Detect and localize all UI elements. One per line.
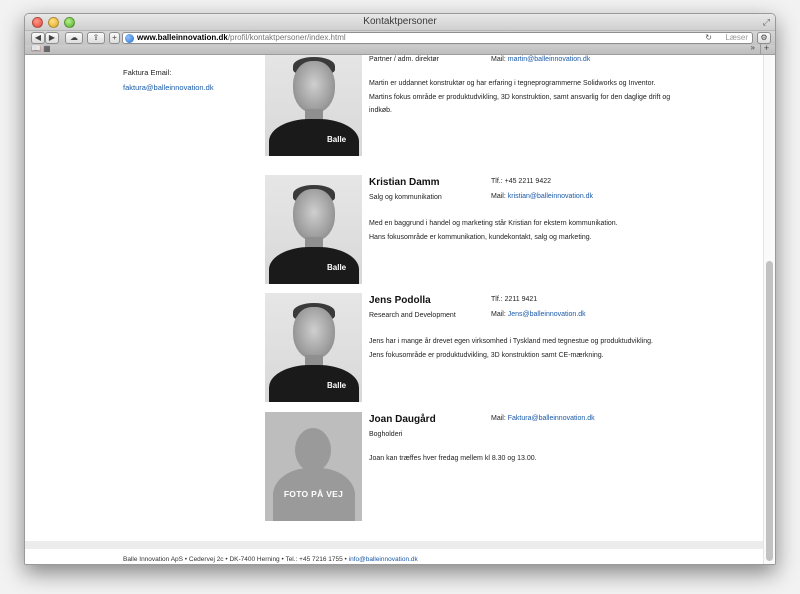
mail-link[interactable]: Jens@balleinnovation.dk [508, 311, 586, 318]
placeholder-photo: FOTO PÅ VEJ [265, 412, 362, 521]
faktura-label: Faktura Email: [123, 68, 172, 77]
shirt-logo: Balle [327, 381, 347, 390]
person-photo: Balle [265, 293, 362, 402]
forward-button[interactable]: ▶ [45, 32, 59, 44]
url-path: /profil/kontaktpersoner/index.html [227, 33, 346, 42]
mail-link[interactable]: kristian@balleinnovation.dk [508, 193, 593, 200]
person-name: Jens Podolla [369, 295, 431, 306]
mail-label: Mail: [491, 56, 506, 63]
person-role: Bogholderi [369, 431, 403, 438]
browser-toolbar: ◀ ▶ ☁ ⇪ + www.balleinnovation.dk/profil/… [25, 31, 775, 45]
reader-button[interactable]: Læser [725, 33, 748, 43]
share-icon[interactable]: ⇪ [87, 32, 105, 44]
person-description: Jens har i mange år drevet egen virksomh… [369, 335, 699, 362]
mail-label: Mail: [491, 193, 506, 200]
person-mail: Mail: martin@balleinnovation.dk [491, 56, 590, 63]
fullscreen-icon[interactable]: ⤢ [763, 17, 770, 28]
head-shape [293, 189, 335, 241]
title-bar: Kontaktpersoner ⤢ [25, 14, 775, 31]
footer: Balle Innovation ApS • Cedervej 2c • DK-… [123, 556, 418, 563]
browser-window: Kontaktpersoner ⤢ ◀ ▶ ☁ ⇪ + www.balleinn… [24, 13, 776, 565]
shirt-logo: Balle [327, 135, 347, 144]
new-tab-button[interactable]: + [109, 32, 120, 44]
scroll-thumb[interactable] [766, 261, 773, 561]
person-card: FOTO PÅ VEJ Joan Daugård Bogholderi Mail… [265, 412, 705, 524]
shirt-logo: Balle [327, 263, 347, 272]
head-shape [293, 61, 335, 113]
photo-placeholder-text: FOTO PÅ VEJ [283, 489, 344, 499]
person-photo: Balle [265, 175, 362, 284]
head-shape [293, 307, 335, 359]
desc-line: Jens har i mange år drevet egen virksomh… [369, 338, 653, 345]
more-bookmarks-icon[interactable]: » [751, 43, 755, 52]
mail-label: Mail: [491, 415, 506, 422]
reload-icon[interactable]: ↻ [705, 33, 712, 43]
footer-divider [25, 541, 765, 549]
url-domain: www.balleinnovation.dk [137, 33, 228, 42]
desc-line: Hans fokusområde er kommunikation, kunde… [369, 233, 592, 241]
desc-line: Med en baggrund i handel og marketing st… [369, 220, 618, 227]
mail-label: Mail: [491, 311, 506, 318]
person-photo: Balle [265, 55, 362, 156]
vertical-scrollbar[interactable] [763, 55, 775, 564]
footer-text: Balle Innovation ApS • Cedervej 2c • DK-… [123, 556, 347, 563]
desc-line: Jens fokusområde er produktudvikling, 3D… [369, 351, 604, 359]
person-description: Joan kan træffes hver fredag mellem kl 8… [369, 452, 699, 466]
desc-line: Martin er uddannet konstruktør og har er… [369, 80, 656, 87]
person-description: Med en baggrund i handel og marketing st… [369, 217, 699, 244]
person-phone: Tlf.: 2211 9421 [491, 296, 538, 303]
desc-line: Joan kan træffes hver fredag mellem kl 8… [369, 455, 537, 462]
silhouette-head-shape [295, 428, 331, 472]
globe-icon [125, 34, 134, 43]
bookmarks-icon[interactable]: 📖 ▦ [31, 44, 51, 53]
address-bar[interactable]: www.balleinnovation.dk/profil/kontaktper… [122, 32, 753, 44]
desc-line: indkøb. [369, 107, 392, 114]
person-card: Balle Jens Podolla Research and Developm… [265, 293, 705, 405]
cloud-icon[interactable]: ☁ [65, 32, 83, 44]
person-name: Kristian Damm [369, 177, 440, 188]
person-phone: Tlf.: +45 2211 9422 [491, 178, 551, 185]
person-card: Balle Kristian Damm Salg og kommunikatio… [265, 175, 705, 287]
person-description: Martin er uddannet konstruktør og har er… [369, 77, 699, 118]
window-title: Kontaktpersoner [363, 16, 437, 27]
mail-link[interactable]: Faktura@balleinnovation.dk [508, 415, 595, 422]
add-tab-icon[interactable]: + [760, 44, 772, 54]
person-card: Balle Partner / adm. direktør Mail: mart… [265, 55, 705, 159]
person-mail: Mail: Faktura@balleinnovation.dk [491, 415, 595, 422]
person-mail: Mail: Jens@balleinnovation.dk [491, 311, 586, 318]
back-button[interactable]: ◀ [31, 32, 45, 44]
person-role: Partner / adm. direktør [369, 56, 440, 63]
mail-link[interactable]: martin@balleinnovation.dk [508, 56, 591, 63]
page-content: Faktura Email: faktura@balleinnovation.d… [25, 55, 765, 564]
faktura-email-link[interactable]: faktura@balleinnovation.dk [123, 83, 214, 92]
desc-line: Martins fokus område er produktudvikling… [369, 93, 671, 101]
person-name: Joan Daugård [369, 414, 436, 425]
bookmarks-bar: 📖 ▦ » + [25, 43, 775, 55]
person-role: Research and Development [369, 312, 456, 319]
person-mail: Mail: kristian@balleinnovation.dk [491, 193, 593, 200]
footer-email-link[interactable]: info@balleinnovation.dk [349, 556, 418, 563]
person-role: Salg og kommunikation [369, 194, 442, 201]
